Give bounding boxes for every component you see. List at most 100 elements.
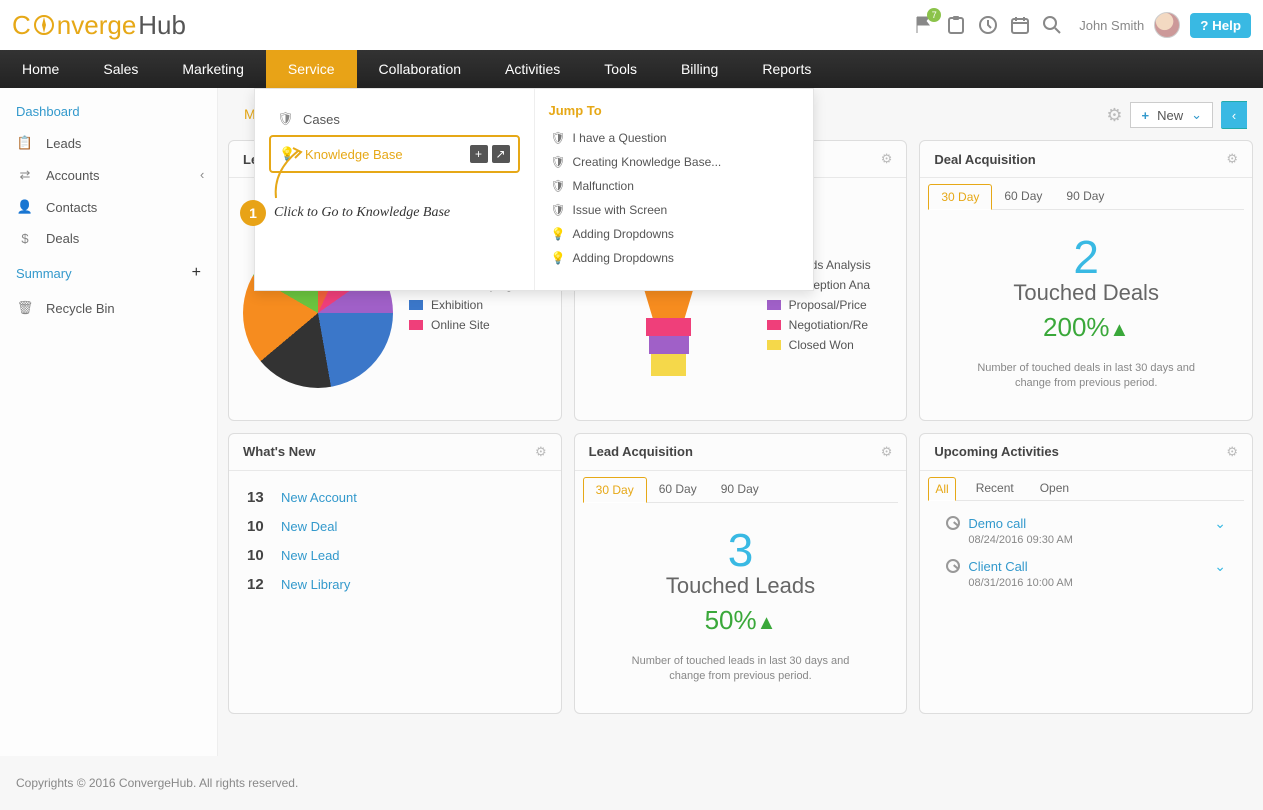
- lead-percent: 50%: [705, 605, 757, 635]
- lead-label: Touched Leads: [589, 573, 893, 599]
- logo[interactable]: C nverge Hub: [12, 10, 186, 41]
- trash-icon: 🗑: [16, 300, 34, 316]
- activity-item: Demo call ⌄ 08/24/2016 09:30 AM: [934, 509, 1238, 552]
- sidebar-item-label: Contacts: [46, 200, 97, 215]
- logo-compass-icon: [33, 14, 55, 36]
- nav-sales[interactable]: Sales: [81, 50, 160, 88]
- tab-90day[interactable]: 90 Day: [1054, 184, 1116, 209]
- clock-icon[interactable]: [977, 14, 999, 36]
- card-upcoming-activities: Upcoming Activities ⚙ All Recent Open Dem…: [919, 433, 1253, 714]
- logo-right: Hub: [138, 10, 186, 41]
- contacts-icon: 👤: [16, 199, 34, 215]
- nav-home[interactable]: Home: [0, 50, 81, 88]
- gear-icon[interactable]: ⚙: [535, 444, 547, 460]
- deal-big-number: 2: [934, 230, 1238, 284]
- jump-item[interactable]: 🛡I have a Question: [549, 126, 800, 150]
- nav-service[interactable]: Service: [266, 50, 357, 88]
- user-name[interactable]: John Smith: [1079, 18, 1144, 33]
- swatch: [409, 300, 423, 310]
- clock-icon: [946, 559, 960, 573]
- deal-subtext: Number of touched deals in last 30 days …: [964, 361, 1208, 392]
- legend-item: Online Site: [409, 318, 512, 332]
- flag-icon[interactable]: 7: [913, 14, 935, 36]
- accounts-icon: ⇄: [16, 167, 34, 183]
- clipboard-icon[interactable]: [945, 14, 967, 36]
- swatch: [767, 320, 781, 330]
- sidebar-item-label: Recycle Bin: [46, 301, 115, 316]
- jump-item[interactable]: 🛡Issue with Screen: [549, 198, 800, 222]
- sidebar-item-deals[interactable]: $ Deals: [0, 223, 217, 254]
- whats-new-item: 13New Account: [243, 483, 547, 512]
- up-arrow-icon: ▲: [757, 612, 777, 634]
- gear-icon[interactable]: ⚙: [881, 444, 893, 460]
- deal-percent: 200%: [1043, 312, 1110, 342]
- flag-badge-count: 7: [927, 8, 941, 22]
- jump-item[interactable]: 💡Adding Dropdowns: [549, 222, 800, 246]
- legend-item: Proposal/Price: [767, 298, 871, 312]
- gear-icon[interactable]: ⚙: [881, 151, 893, 167]
- search-icon[interactable]: [1041, 14, 1063, 36]
- nav-billing[interactable]: Billing: [659, 50, 740, 88]
- avatar[interactable]: [1154, 12, 1180, 38]
- activity-name[interactable]: Demo call: [946, 516, 1026, 531]
- help-button[interactable]: ? Help: [1190, 13, 1251, 38]
- sidebar-add-icon[interactable]: +: [192, 264, 201, 282]
- activity-name[interactable]: Client Call: [946, 559, 1027, 574]
- shield-icon: 🛡: [551, 155, 563, 169]
- topbar: C nverge Hub 7 John Smith ? Help: [0, 0, 1263, 50]
- nav-reports[interactable]: Reports: [740, 50, 833, 88]
- add-kb-icon[interactable]: +: [470, 145, 488, 163]
- jump-item[interactable]: 🛡Malfunction: [549, 174, 800, 198]
- tab-60day[interactable]: 60 Day: [992, 184, 1054, 209]
- new-label: New: [1157, 108, 1183, 123]
- tab-90day[interactable]: 90 Day: [709, 477, 771, 502]
- up-arrow-icon: ▲: [1110, 319, 1130, 341]
- filter-open[interactable]: Open: [1034, 477, 1075, 500]
- card-title: Upcoming Activities: [934, 444, 1058, 459]
- swatch: [767, 300, 781, 310]
- callout-number: 1: [240, 200, 266, 226]
- card-lead-acquisition: Lead Acquisition⚙ 30 Day 60 Day 90 Day 3…: [574, 433, 908, 714]
- tab-30day[interactable]: 30 Day: [928, 184, 992, 210]
- sidebar-item-leads[interactable]: 📋 Leads: [0, 127, 217, 159]
- jump-item[interactable]: 💡Adding Dropdowns: [549, 246, 800, 270]
- sidebar-item-contacts[interactable]: 👤 Contacts: [0, 191, 217, 223]
- tab-30day[interactable]: 30 Day: [583, 477, 647, 503]
- sidebar-dashboard[interactable]: Dashboard: [0, 96, 217, 127]
- calendar-icon[interactable]: [1009, 14, 1031, 36]
- plus-icon: +: [1141, 108, 1149, 123]
- open-kb-icon[interactable]: ↗: [492, 145, 510, 163]
- deals-icon: $: [16, 231, 34, 246]
- collapse-right-icon[interactable]: ‹: [1221, 101, 1247, 129]
- nav-tools[interactable]: Tools: [582, 50, 659, 88]
- sidebar-summary-label[interactable]: Summary: [16, 266, 72, 281]
- sidebar-item-accounts[interactable]: ⇄ Accounts: [0, 159, 217, 191]
- gear-icon[interactable]: ⚙: [1226, 444, 1238, 460]
- filter-recent[interactable]: Recent: [970, 477, 1020, 500]
- chevron-down-icon[interactable]: ⌄: [1214, 515, 1226, 532]
- page-gear-icon[interactable]: ⚙: [1106, 105, 1122, 126]
- lead-subtext: Number of touched leads in last 30 days …: [619, 654, 863, 685]
- jump-item[interactable]: 🛡Creating Knowledge Base...: [549, 150, 800, 174]
- card-deal-acquisition: Deal Acquisition⚙ 30 Day 60 Day 90 Day 2…: [919, 140, 1253, 421]
- sidebar-item-recycle[interactable]: 🗑 Recycle Bin: [0, 292, 217, 324]
- legend-item: Exhibition: [409, 298, 512, 312]
- mega-item-cases[interactable]: 🛡 Cases: [269, 103, 520, 135]
- filter-all[interactable]: All: [928, 477, 955, 501]
- content-area: My ⚙ + New ⌄ ‹ 🛡 Cases 💡: [218, 88, 1263, 756]
- activity-item: Client Call ⌄ 08/31/2016 10:00 AM: [934, 552, 1238, 595]
- swatch: [767, 340, 781, 350]
- nav-collaboration[interactable]: Collaboration: [357, 50, 484, 88]
- nav-activities[interactable]: Activities: [483, 50, 582, 88]
- shield-icon: 🛡: [551, 131, 563, 145]
- nav-marketing[interactable]: Marketing: [160, 50, 265, 88]
- new-dropdown[interactable]: + New ⌄: [1130, 102, 1213, 128]
- shield-icon: 🛡: [551, 203, 563, 217]
- card-title: Lead Acquisition: [589, 444, 693, 459]
- sidebar-collapse-icon[interactable]: ‹: [200, 167, 204, 182]
- mega-cases-label: Cases: [303, 112, 340, 127]
- leads-icon: 📋: [16, 135, 34, 151]
- tab-60day[interactable]: 60 Day: [647, 477, 709, 502]
- chevron-down-icon[interactable]: ⌄: [1214, 558, 1226, 575]
- gear-icon[interactable]: ⚙: [1226, 151, 1238, 167]
